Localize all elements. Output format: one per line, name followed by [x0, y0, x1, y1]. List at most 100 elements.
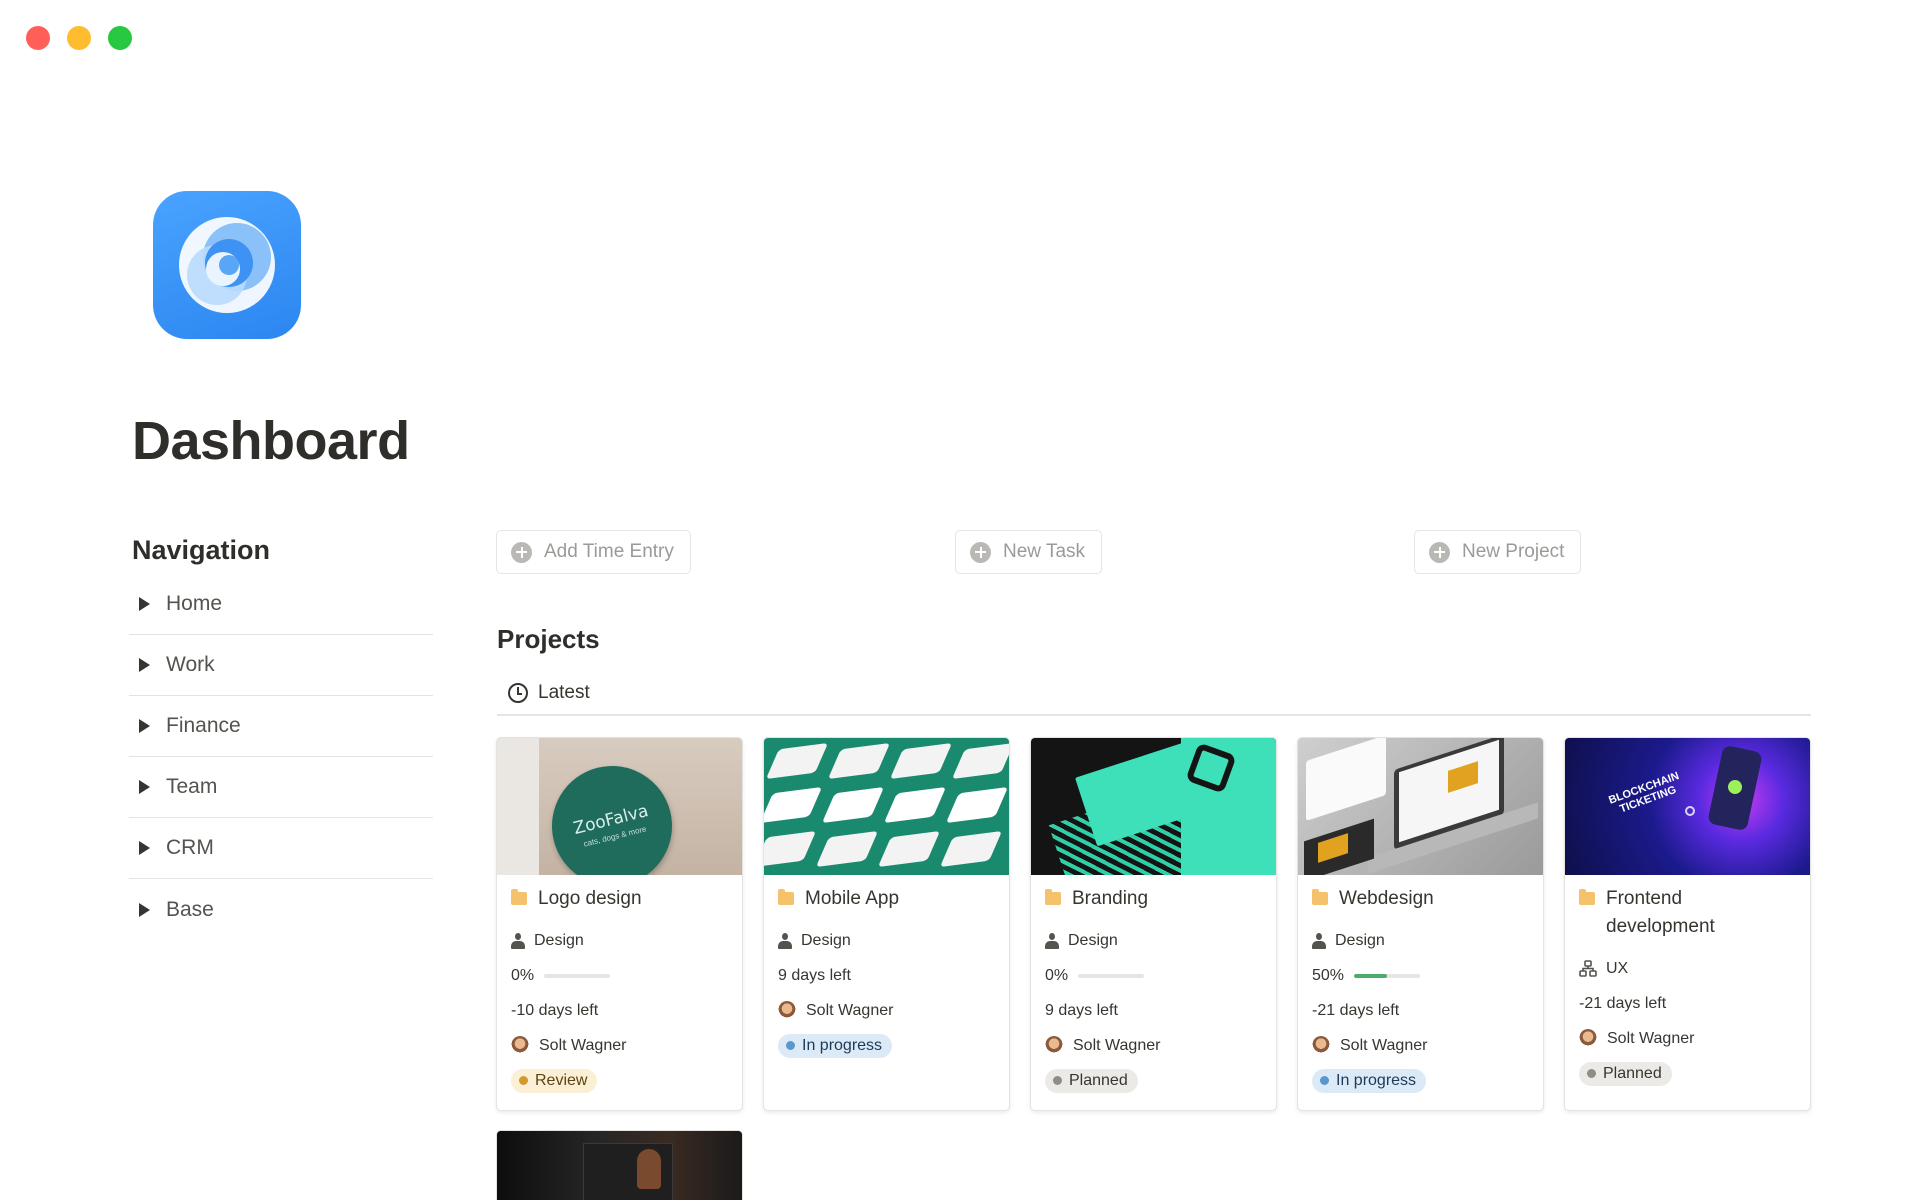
status-badge[interactable]: In progress	[778, 1033, 893, 1058]
nav-item-work[interactable]: Work	[129, 635, 433, 696]
status-row: In progress	[1312, 1063, 1529, 1098]
plus-circle-icon	[970, 541, 991, 563]
close-window-button[interactable]	[26, 26, 50, 50]
toggle-triangle-icon[interactable]	[139, 902, 150, 917]
category-row: UX	[1579, 951, 1796, 986]
card-title-row: Frontend development	[1579, 885, 1796, 941]
avatar	[1579, 1028, 1597, 1049]
owner-name: Solt Wagner	[1607, 1029, 1695, 1047]
hierarchy-icon	[1579, 960, 1597, 977]
status-label: Review	[535, 1071, 588, 1089]
status-label: In progress	[1336, 1071, 1417, 1089]
plus-circle-icon	[511, 541, 532, 563]
project-cover-image: BLOCKCHAIN TICKETING	[1565, 738, 1810, 875]
swirl-logo-icon[interactable]	[153, 191, 301, 339]
nav-item-label: Finance	[166, 714, 241, 737]
nav-item-team[interactable]: Team	[129, 757, 433, 818]
status-label: Planned	[1069, 1071, 1128, 1089]
status-badge[interactable]: Review	[511, 1068, 598, 1093]
days-left: 9 days left	[778, 966, 851, 984]
navigation-section: Navigation Home Work Finance Team CRM Ba…	[129, 535, 433, 940]
plus-circle-icon	[1429, 541, 1450, 563]
avatar	[1045, 1035, 1063, 1056]
nav-item-base[interactable]: Base	[129, 879, 433, 940]
owner-row: Solt Wagner	[1312, 1028, 1529, 1063]
project-card-webdesign[interactable]: Webdesign Design 50% -21 days left Solt …	[1297, 737, 1544, 1111]
window-controls	[26, 26, 132, 50]
status-label: Planned	[1603, 1064, 1662, 1082]
toggle-triangle-icon[interactable]	[139, 658, 150, 672]
project-card-frontend-development[interactable]: BLOCKCHAIN TICKETING Frontend developmen…	[1564, 737, 1811, 1111]
progress-label: 50%	[1312, 966, 1345, 984]
status-dot	[1587, 1069, 1596, 1078]
avatar	[1312, 1035, 1330, 1056]
button-label: Add Time Entry	[544, 541, 674, 562]
progress-label: 0%	[1045, 966, 1069, 984]
nav-item-home[interactable]: Home	[129, 574, 433, 635]
tab-label: Latest	[538, 682, 590, 703]
progress-row: 0%	[1045, 958, 1262, 993]
nav-item-finance[interactable]: Finance	[129, 696, 433, 757]
category-row: Design	[1312, 923, 1529, 958]
status-dot	[1320, 1076, 1329, 1085]
person-icon	[1045, 932, 1059, 949]
owner-name: Solt Wagner	[806, 1001, 894, 1019]
status-row: Planned	[1579, 1056, 1796, 1091]
project-title: Mobile App	[805, 888, 900, 909]
status-badge[interactable]: Planned	[1045, 1068, 1138, 1093]
project-cover-image	[1298, 738, 1543, 875]
project-category: Design	[801, 931, 851, 949]
project-card-mobile-app[interactable]: Mobile App Design 9 days left Solt Wagne…	[763, 737, 1010, 1111]
new-task-button[interactable]: New Task	[955, 530, 1103, 574]
toggle-triangle-icon[interactable]	[139, 597, 150, 611]
status-row: In progress	[778, 1028, 995, 1063]
toggle-triangle-icon[interactable]	[139, 780, 150, 794]
card-title-row: Webdesign	[1312, 885, 1529, 913]
progress-label: 0%	[511, 966, 535, 984]
status-badge[interactable]: Planned	[1579, 1061, 1672, 1086]
folder-icon	[511, 889, 527, 905]
add-time-entry-button[interactable]: Add Time Entry	[496, 530, 691, 574]
project-title: Frontend development	[1606, 888, 1715, 937]
days-left-row: 9 days left	[1045, 993, 1262, 1028]
progress-bar	[1354, 973, 1421, 978]
status-badge[interactable]: In progress	[1312, 1068, 1427, 1093]
status-dot	[519, 1076, 528, 1085]
person-icon	[511, 932, 525, 949]
days-left: -10 days left	[511, 1001, 599, 1019]
nav-item-crm[interactable]: CRM	[129, 818, 433, 879]
page-title: Dashboard	[132, 411, 410, 471]
minimize-window-button[interactable]	[67, 26, 91, 50]
progress-row: 0%	[511, 958, 728, 993]
status-row: Review	[511, 1063, 728, 1098]
progress-bar	[1078, 973, 1145, 978]
avatar	[778, 1000, 796, 1021]
button-label: New Project	[1462, 541, 1565, 562]
project-category: Design	[1335, 931, 1385, 949]
project-card-logo-design[interactable]: ZooFalva cats, dogs & more Logo design D…	[496, 737, 743, 1111]
project-cover-image	[1031, 738, 1276, 875]
nav-item-label: Base	[166, 897, 214, 921]
folder-icon	[778, 889, 794, 905]
cover-banner-text: BLOCKCHAIN TICKETING	[1607, 770, 1681, 816]
tab-latest[interactable]: Latest	[497, 672, 604, 716]
days-left: 9 days left	[1045, 1001, 1118, 1019]
toggle-triangle-icon[interactable]	[139, 841, 150, 855]
category-row: Design	[511, 923, 728, 958]
project-card-partial[interactable]	[496, 1130, 743, 1200]
progress-bar	[544, 973, 611, 978]
project-cover-image: ZooFalva cats, dogs & more	[497, 738, 742, 875]
nav-item-label: CRM	[166, 836, 214, 859]
toggle-triangle-icon[interactable]	[139, 719, 150, 733]
folder-icon	[1312, 889, 1328, 905]
clock-icon	[508, 683, 528, 703]
project-title: Branding	[1072, 888, 1149, 909]
maximize-window-button[interactable]	[108, 26, 132, 50]
new-project-button[interactable]: New Project	[1414, 530, 1582, 574]
days-left: -21 days left	[1579, 994, 1667, 1012]
cover-figure	[637, 1149, 661, 1189]
person-icon	[1312, 932, 1326, 949]
card-title-row: Mobile App	[778, 885, 995, 913]
project-card-branding[interactable]: Branding Design 0% 9 days left Solt Wagn…	[1030, 737, 1277, 1111]
project-title: Webdesign	[1339, 888, 1434, 909]
